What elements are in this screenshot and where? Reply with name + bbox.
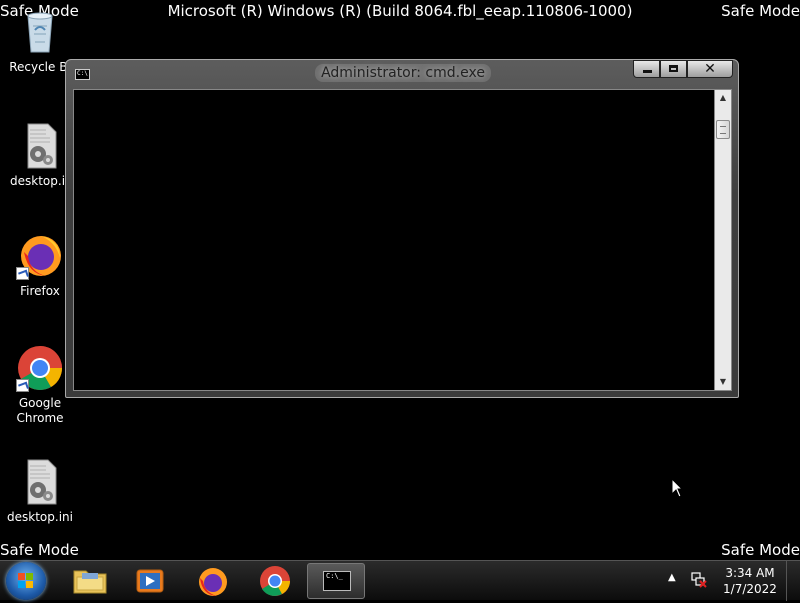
config-file-icon: [16, 458, 64, 506]
show-hidden-icons-arrow-icon[interactable]: ▲: [668, 572, 676, 583]
safe-mode-label-bottom-right: Safe Mode: [721, 541, 800, 559]
vertical-scrollbar[interactable]: ▲ ▼: [714, 89, 732, 391]
start-button[interactable]: [6, 562, 46, 600]
firefox-icon: [199, 568, 227, 596]
scroll-thumb[interactable]: [716, 120, 730, 139]
media-player-icon: [136, 569, 164, 593]
safe-mode-label-bottom-left: Safe Mode: [0, 541, 79, 559]
minimize-button[interactable]: [633, 60, 660, 78]
system-clock[interactable]: 3:34 AM 1/7/2022: [722, 565, 778, 597]
cmd-window[interactable]: C:\ Administrator: cmd.exe ✕ ▲ ▼: [65, 59, 739, 398]
taskbar-firefox[interactable]: [185, 563, 241, 599]
taskbar-media-player[interactable]: [122, 563, 178, 599]
firefox-icon: [16, 232, 64, 280]
desktop-icon-label: Google Chrome: [16, 396, 64, 425]
scroll-up-arrow-icon[interactable]: ▲: [715, 90, 731, 106]
window-title-text: Administrator: cmd.exe: [315, 64, 491, 82]
safe-mode-label-top-right: Safe Mode: [721, 2, 800, 20]
taskbar-file-explorer[interactable]: [62, 563, 118, 599]
recycle-bin-icon: [16, 8, 64, 56]
cmd-icon: C:\_: [323, 571, 351, 591]
network-error-icon[interactable]: [690, 570, 708, 588]
config-file-icon: [16, 122, 64, 170]
chrome-icon: [16, 344, 64, 392]
clock-date: 1/7/2022: [723, 582, 777, 596]
file-explorer-icon: [73, 570, 107, 594]
show-desktop-button[interactable]: [786, 561, 800, 601]
clock-time: 3:34 AM: [725, 566, 775, 580]
close-icon: ✕: [704, 61, 716, 77]
taskbar-cmd[interactable]: C:\_: [307, 563, 365, 599]
shortcut-arrow-icon: [16, 267, 29, 280]
shortcut-arrow-icon: [16, 379, 29, 392]
scroll-down-arrow-icon[interactable]: ▼: [715, 374, 731, 390]
close-button[interactable]: ✕: [687, 60, 733, 78]
taskbar-chrome[interactable]: [247, 563, 303, 599]
console-output-area[interactable]: [73, 89, 717, 391]
mouse-cursor-icon: [671, 477, 684, 502]
build-string: Microsoft (R) Windows (R) (Build 8064.fb…: [167, 2, 633, 20]
maximize-button[interactable]: [660, 60, 687, 78]
desktop-icon-label: desktop.ini: [7, 510, 73, 524]
taskbar: C:\_ ▲ 3:34 AM 1/7/2022: [0, 560, 800, 601]
desktop-icon-desktop-ini-2[interactable]: desktop.ini: [0, 458, 80, 525]
chrome-icon: [260, 566, 290, 596]
windows-logo-icon: [18, 573, 34, 589]
